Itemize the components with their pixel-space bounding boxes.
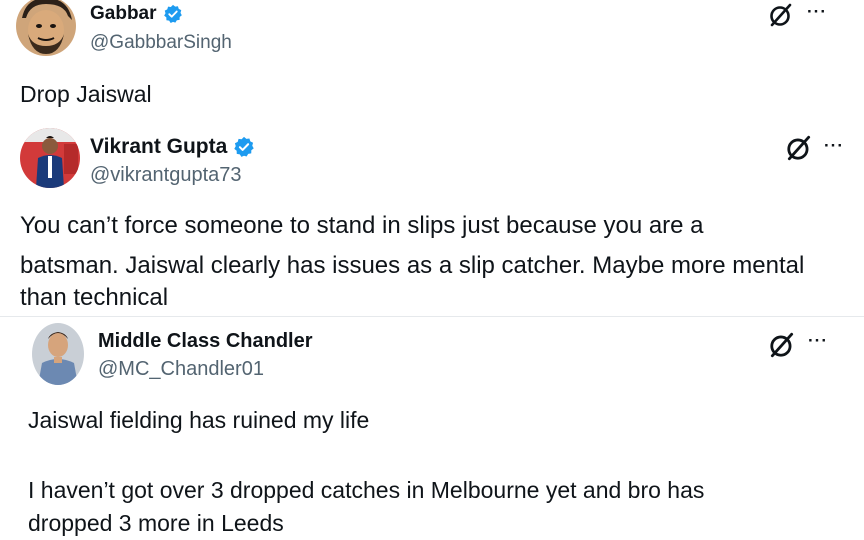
- more-options-icon[interactable]: ···: [824, 136, 844, 156]
- avatar[interactable]: [32, 323, 84, 385]
- display-name[interactable]: Vikrant Gupta: [90, 135, 227, 159]
- avatar-image: [20, 128, 80, 188]
- tweet-text-line: dropped 3 more in Leeds: [28, 510, 284, 536]
- grok-icon[interactable]: [768, 2, 794, 28]
- avatar-image: [16, 0, 76, 56]
- more-options-icon[interactable]: ···: [807, 2, 827, 22]
- tweet-text-line: You can’t force someone to stand in slip…: [20, 212, 704, 239]
- tweet-text-line: batsman. Jaiswal clearly has issues as a…: [20, 252, 805, 279]
- verified-badge-icon: [163, 4, 183, 24]
- tweet-text-line: Jaiswal fielding has ruined my life: [28, 407, 370, 433]
- user-handle[interactable]: @GabbbarSingh: [90, 32, 232, 54]
- more-options-icon[interactable]: ···: [808, 331, 828, 351]
- verified-badge-icon: [233, 136, 255, 158]
- avatar-image: [32, 323, 84, 385]
- tweet-gabbar: Gabbar @GabbbarSingh ··· Drop Jaiswal: [0, 0, 864, 122]
- avatar[interactable]: [16, 0, 76, 56]
- tweet-text-line: Drop Jaiswal: [20, 81, 152, 107]
- tweet-text-line: than technical: [20, 284, 169, 311]
- avatar[interactable]: [20, 128, 80, 188]
- tweet-text-line: I haven’t got over 3 dropped catches in …: [28, 477, 705, 503]
- grok-icon[interactable]: [785, 134, 813, 162]
- display-name[interactable]: Middle Class Chandler: [98, 330, 313, 353]
- display-name[interactable]: Gabbar: [90, 3, 157, 25]
- grok-icon[interactable]: [768, 331, 796, 359]
- tweet-vikrant: Vikrant Gupta @vikrantgupta73 ··· You ca…: [0, 122, 864, 316]
- user-handle[interactable]: @MC_Chandler01: [98, 358, 264, 381]
- user-handle[interactable]: @vikrantgupta73: [90, 164, 242, 187]
- tweet-chandler: Middle Class Chandler @MC_Chandler01 ···…: [0, 317, 864, 540]
